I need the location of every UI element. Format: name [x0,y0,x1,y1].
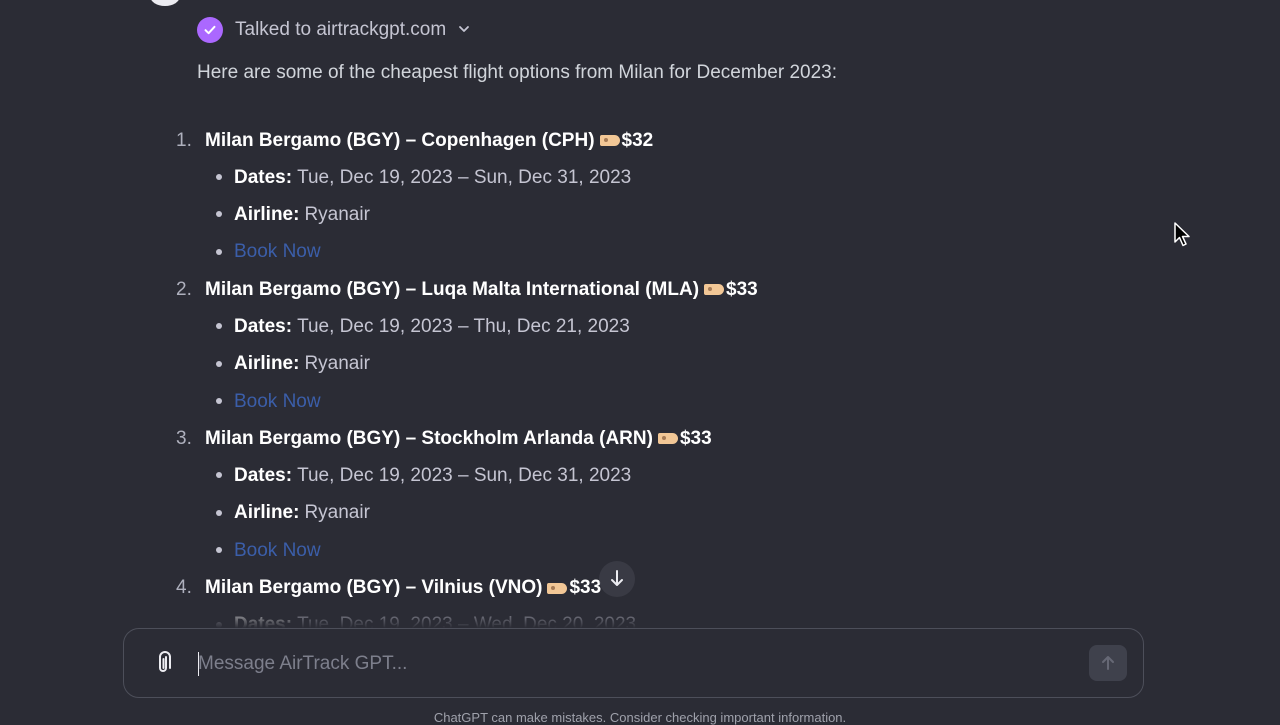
flight-airline: Ryanair [304,204,370,226]
airline-label: Airline: [234,502,300,524]
list-number: 1. [176,129,192,151]
price-tag-icon [547,582,568,594]
flight-dates: Tue, Dec 19, 2023 – Sun, Dec 31, 2023 [297,465,632,487]
arrow-up-icon [1102,656,1114,670]
flight-price: $33 [726,278,758,300]
bullet-icon [216,509,222,516]
airline-label: Airline: [234,353,300,375]
bullet-icon [216,248,222,255]
flight-item-heading: 4. Milan Bergamo (BGY) – Vilnius (VNO) $… [176,570,1156,607]
flight-item-heading: 2. Milan Bergamo (BGY) – Luqa Malta Inte… [176,271,1156,308]
send-button[interactable] [1089,645,1127,681]
flight-route: Milan Bergamo (BGY) – Vilnius (VNO) [205,577,543,599]
flight-item-heading: 3. Milan Bergamo (BGY) – Stockholm Arlan… [176,420,1156,457]
book-now-link[interactable]: Book Now [234,391,321,412]
list-item: Book Now [176,383,1156,420]
dates-label: Dates: [234,166,293,188]
avatar [150,0,180,6]
tool-status-text: Talked to airtrackgpt.com [235,19,447,40]
dates-label: Dates: [234,465,293,487]
bullet-icon [216,621,222,628]
arrow-down-icon [611,570,623,586]
chevron-down-icon[interactable] [458,19,470,41]
list-number: 3. [176,427,192,449]
flight-airline: Ryanair [304,353,370,375]
book-now-link[interactable]: Book Now [234,241,321,262]
check-icon [197,17,223,43]
list-number: 2. [176,278,192,300]
list-item: Dates: Tue, Dec 19, 2023 – Sun, Dec 31, 2… [176,457,1156,494]
scroll-down-button[interactable] [599,561,635,597]
flight-route: Milan Bergamo (BGY) – Luqa Malta Interna… [205,278,700,300]
mouse-cursor-icon [1174,222,1190,247]
flight-route: Milan Bergamo (BGY) – Copenhagen (CPH) [205,129,595,151]
airline-label: Airline: [234,204,300,226]
flight-list: 1. Milan Bergamo (BGY) – Copenhagen (CPH… [176,122,1156,644]
bullet-icon [216,360,222,367]
paperclip-icon[interactable] [151,651,175,677]
list-item: Airline: Ryanair [176,196,1156,233]
list-item: Dates: Tue, Dec 19, 2023 – Thu, Dec 21, 2… [176,308,1156,345]
price-tag-icon [704,284,725,296]
dates-label: Dates: [234,315,293,337]
flight-price: $32 [621,129,654,151]
flight-route: Milan Bergamo (BGY) – Stockholm Arlanda … [205,427,653,449]
message-composer [123,628,1144,698]
list-item: Dates: Tue, Dec 19, 2023 – Sun, Dec 31, 2… [176,159,1156,196]
response-intro: Here are some of the cheapest flight opt… [197,62,837,83]
list-item: Airline: Ryanair [176,495,1156,532]
flight-dates: Tue, Dec 19, 2023 – Sun, Dec 31, 2023 [297,166,632,188]
tool-status[interactable]: Talked to airtrackgpt.com [197,16,470,44]
price-tag-icon [599,135,620,146]
list-item: Airline: Ryanair [176,346,1156,383]
flight-item-heading: 1. Milan Bergamo (BGY) – Copenhagen (CPH… [176,122,1156,159]
flight-airline: Ryanair [304,502,370,524]
book-now-link[interactable]: Book Now [234,540,321,561]
price-tag-icon [657,433,678,445]
disclaimer: ChatGPT can make mistakes. Consider chec… [433,710,847,725]
flight-price: $33 [569,577,602,599]
flight-dates: Tue, Dec 19, 2023 – Thu, Dec 21, 2023 [297,315,630,337]
list-item: Book Now [176,532,1156,569]
bullet-icon [216,397,222,404]
flight-price: $33 [679,427,712,449]
list-number: 4. [176,577,192,599]
bullet-icon [216,174,222,180]
text-cursor [198,652,199,676]
message-input[interactable] [198,647,1078,681]
list-item: Book Now [176,234,1156,271]
